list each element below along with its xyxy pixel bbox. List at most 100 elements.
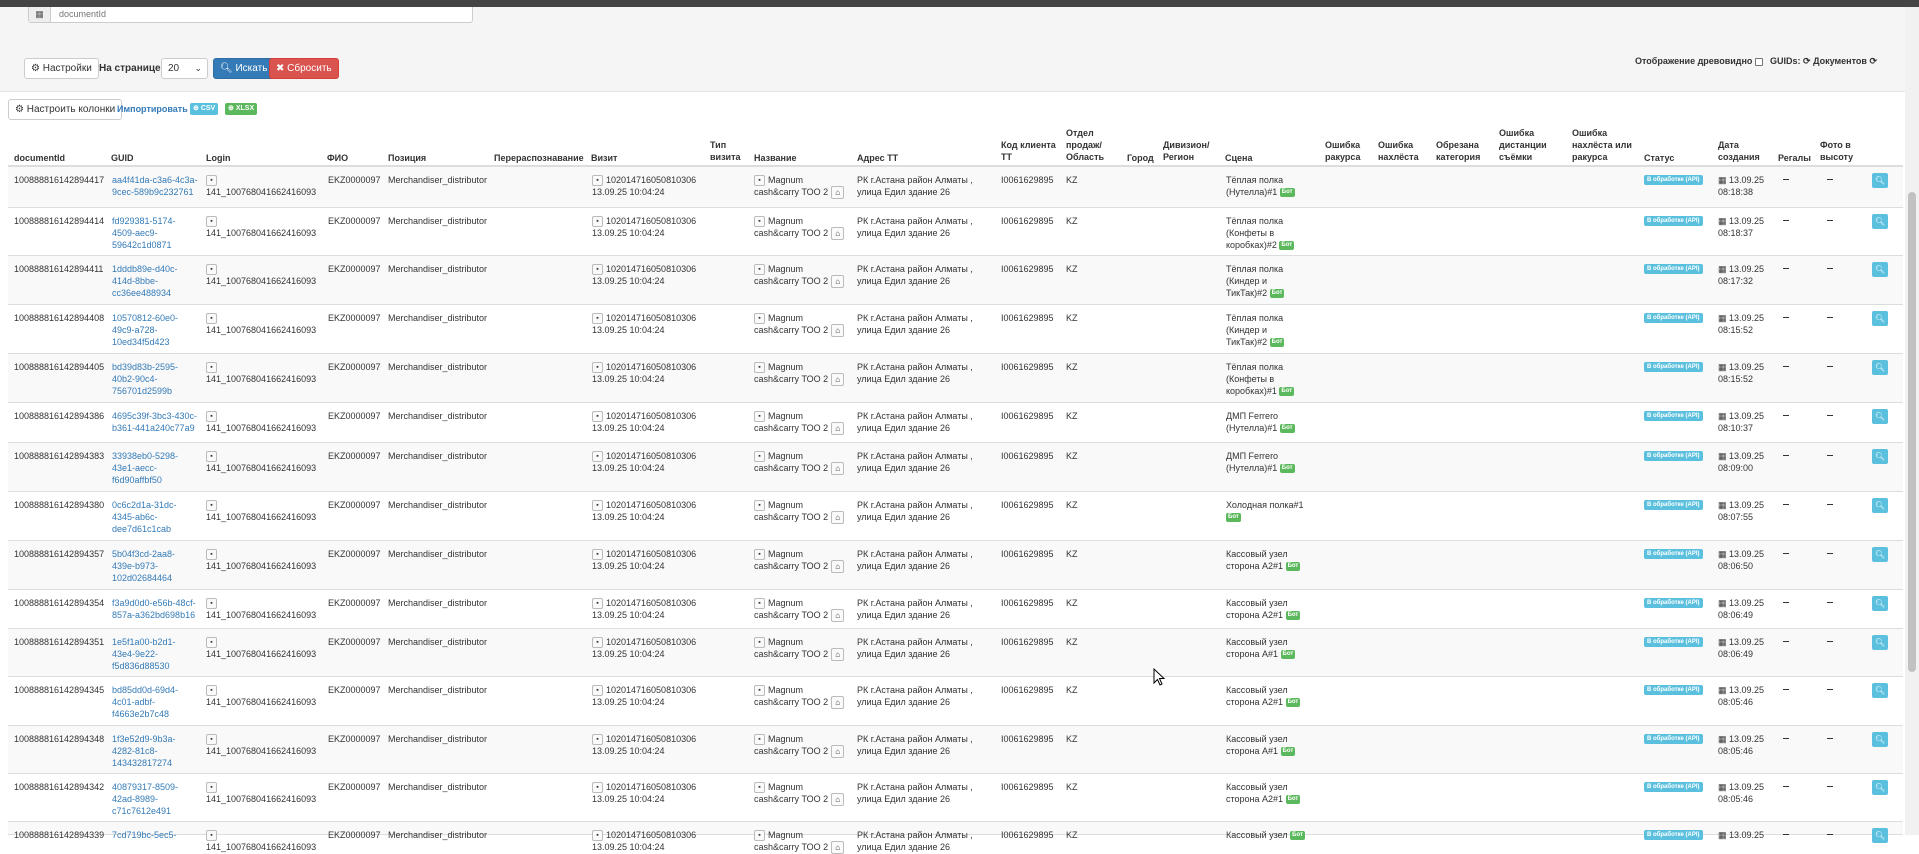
col-client-code[interactable]: Код клиента ТТ xyxy=(1001,139,1061,163)
cell-guid-link[interactable]: 4695c39f-3bc3-430c-b361-441a240c77a9 xyxy=(112,410,197,434)
col-angle-error[interactable]: Ошибка ракурса xyxy=(1325,139,1370,163)
document-icon[interactable]: ▪ xyxy=(592,685,603,697)
col-city[interactable]: Город xyxy=(1127,152,1154,164)
document-icon[interactable]: ▪ xyxy=(754,313,765,325)
view-button[interactable]: 🔍︎ xyxy=(1872,780,1888,795)
view-button[interactable]: 🔍︎ xyxy=(1872,173,1888,188)
home-icon[interactable]: ⌂ xyxy=(831,422,845,436)
col-guid[interactable]: GUID xyxy=(111,152,134,164)
home-icon[interactable]: ⌂ xyxy=(831,696,845,710)
col-division[interactable]: Дивизион/ Регион xyxy=(1163,139,1213,163)
document-icon[interactable]: ▪ xyxy=(592,362,603,374)
cell-guid-link[interactable]: 1dddb89e-d40c- 414d-8bbe-cc36ee488934 xyxy=(112,263,178,299)
document-icon[interactable]: ▪ xyxy=(592,313,603,325)
home-icon[interactable]: ⌂ xyxy=(831,186,845,200)
view-button[interactable]: 🔍︎ xyxy=(1872,360,1888,375)
document-icon[interactable]: ▪ xyxy=(206,637,217,649)
document-icon[interactable]: ▪ xyxy=(206,685,217,697)
document-icon[interactable]: ▪ xyxy=(206,216,217,228)
home-icon[interactable]: ⌂ xyxy=(831,227,845,241)
document-icon[interactable]: ▪ xyxy=(754,175,765,187)
col-visit[interactable]: Визит xyxy=(591,152,617,164)
col-name[interactable]: Название xyxy=(754,152,796,164)
document-icon[interactable]: ▪ xyxy=(206,313,217,325)
view-button[interactable]: 🔍︎ xyxy=(1872,635,1888,650)
col-shelves[interactable]: Регалы xyxy=(1778,152,1811,164)
cell-guid-link[interactable]: 40879317-8509- 42ad-8989- c71c7612e491 xyxy=(112,781,178,817)
document-icon[interactable]: ▪ xyxy=(592,734,603,746)
document-icon[interactable]: ▪ xyxy=(754,685,765,697)
view-button[interactable]: 🔍︎ xyxy=(1872,596,1888,611)
cell-guid-link[interactable]: 1f3e52d9-9b3a- 4282-81c8- 143432817274 xyxy=(112,733,176,769)
home-icon[interactable]: ⌂ xyxy=(831,560,845,574)
view-button[interactable]: 🔍︎ xyxy=(1872,732,1888,747)
document-icon[interactable]: ▪ xyxy=(206,734,217,746)
view-button[interactable]: 🔍︎ xyxy=(1872,262,1888,277)
home-icon[interactable]: ⌂ xyxy=(831,745,845,759)
reset-button[interactable]: ✖ Сбросить xyxy=(269,58,339,79)
view-button[interactable]: 🔍︎ xyxy=(1872,311,1888,326)
guids-documents-link[interactable]: GUIDs: ⟳ Документов ⟳ xyxy=(1770,56,1877,67)
search-button[interactable]: 🔍︎ Искать xyxy=(213,58,275,79)
view-button[interactable]: 🔍︎ xyxy=(1872,547,1888,562)
document-icon[interactable]: ▪ xyxy=(754,264,765,276)
home-icon[interactable]: ⌂ xyxy=(831,793,845,807)
document-icon[interactable]: ▪ xyxy=(592,216,603,228)
home-icon[interactable]: ⌂ xyxy=(831,462,845,476)
document-icon[interactable]: ▪ xyxy=(206,830,217,842)
home-icon[interactable]: ⌂ xyxy=(831,324,845,338)
col-overlap-angle-error[interactable]: Ошибка нахлёста или ракурса xyxy=(1572,127,1640,163)
col-overlap-error[interactable]: Ошибка нахлёста xyxy=(1378,139,1426,163)
cell-guid-link[interactable]: 10570812-60e0- 49c9-a728- 10ed34f5d423 xyxy=(112,312,178,348)
document-icon[interactable]: ▪ xyxy=(754,216,765,228)
col-cut-category[interactable]: Обрезана категория xyxy=(1436,139,1486,163)
document-id-input[interactable] xyxy=(59,8,459,20)
col-login[interactable]: Login xyxy=(206,152,231,164)
home-icon[interactable]: ⌂ xyxy=(831,648,845,662)
scrollbar-thumb[interactable] xyxy=(1908,192,1916,672)
view-button[interactable]: 🔍︎ xyxy=(1872,449,1888,464)
document-icon[interactable]: ▪ xyxy=(206,264,217,276)
document-id-field[interactable]: ▦ xyxy=(28,7,473,23)
document-icon[interactable]: ▪ xyxy=(754,500,765,512)
document-icon[interactable]: ▪ xyxy=(592,175,603,187)
cell-guid-link[interactable]: f3a9d0d0-e56b-48cf- 857a-a362bd698b16 xyxy=(112,597,196,621)
cell-guid-link[interactable]: aa4f41da-c3a6-4c3a- 9cec-589b9c232761 xyxy=(112,174,198,198)
document-icon[interactable]: ▪ xyxy=(754,598,765,610)
configure-columns-button[interactable]: ⚙ Настроить колонки xyxy=(8,99,123,120)
document-icon[interactable]: ▪ xyxy=(592,782,603,794)
col-height-photo[interactable]: Фото в высоту xyxy=(1820,139,1865,163)
home-icon[interactable]: ⌂ xyxy=(831,841,845,854)
document-icon[interactable]: ▪ xyxy=(754,411,765,423)
document-icon[interactable]: ▪ xyxy=(206,451,217,463)
scrollbar[interactable] xyxy=(1905,7,1919,835)
cell-guid-link[interactable]: 1e5f1a00-b2d1- 43e4-9e22- f5d836d88530 xyxy=(112,636,176,672)
home-icon[interactable]: ⌂ xyxy=(831,373,845,387)
view-button[interactable]: 🔍︎ xyxy=(1872,828,1888,843)
document-icon[interactable]: ▪ xyxy=(754,549,765,561)
document-icon[interactable]: ▪ xyxy=(206,598,217,610)
document-icon[interactable]: ▪ xyxy=(754,782,765,794)
cell-guid-link[interactable]: 33938eb0-5298- 43e1-aecc-f6d90affbf50 xyxy=(112,450,178,486)
cell-guid-link[interactable]: 0c6c2d1a-31dc- 4345-ab6c-dee7d61c1cab xyxy=(112,499,177,535)
col-documentid[interactable]: documentId xyxy=(14,152,65,164)
document-icon[interactable]: ▪ xyxy=(206,175,217,187)
document-icon[interactable]: ▪ xyxy=(592,264,603,276)
tree-view-checkbox[interactable] xyxy=(1754,57,1763,66)
tree-view-toggle[interactable]: Отображение древовидно xyxy=(1635,56,1763,66)
xlsx-button[interactable]: ⊕ XLSX xyxy=(225,103,258,115)
document-icon[interactable]: ▪ xyxy=(592,500,603,512)
document-icon[interactable]: ▪ xyxy=(592,411,603,423)
home-icon[interactable]: ⌂ xyxy=(831,275,845,289)
document-icon[interactable]: ▪ xyxy=(206,362,217,374)
view-button[interactable]: 🔍︎ xyxy=(1872,498,1888,513)
document-icon[interactable]: ▪ xyxy=(592,598,603,610)
csv-button[interactable]: ⊕ CSV xyxy=(190,103,219,115)
document-icon[interactable]: ▪ xyxy=(592,637,603,649)
col-fio[interactable]: ФИО xyxy=(327,152,348,164)
col-rerecognition[interactable]: Перераспознавание xyxy=(494,152,584,164)
document-icon[interactable]: ▪ xyxy=(592,830,603,842)
document-icon[interactable]: ▪ xyxy=(206,782,217,794)
cell-guid-link[interactable]: bd85dd0d-69d4- 4c01-adbf-f4663e2b7c48 xyxy=(112,684,178,720)
col-address[interactable]: Адрес ТТ xyxy=(857,152,898,164)
